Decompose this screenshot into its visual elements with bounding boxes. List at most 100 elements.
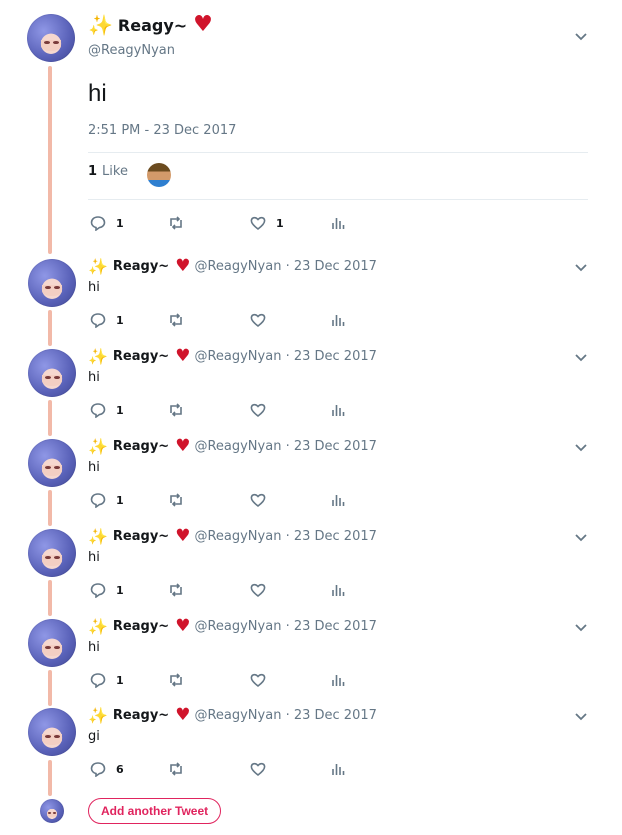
handle-and-date[interactable]: @ReagyNyan · 23 Dec 2017 <box>194 439 376 454</box>
author-handle[interactable]: @ReagyNyan <box>88 43 175 58</box>
reply-button[interactable]: 1 <box>90 672 124 688</box>
tweet-text: gi <box>88 729 100 744</box>
tweet-actions: 1 <box>90 582 390 602</box>
handle-and-date[interactable]: @ReagyNyan · 23 Dec 2017 <box>194 349 376 364</box>
avatar[interactable] <box>28 619 76 667</box>
reply-button[interactable]: 1 <box>90 402 124 418</box>
analytics-button[interactable] <box>330 402 346 418</box>
retweet-button[interactable] <box>168 215 184 231</box>
reply-button[interactable]: 1 <box>90 312 124 328</box>
reply-button[interactable]: 1 <box>90 215 124 231</box>
tweet-text: hi <box>88 280 100 295</box>
analytics-icon <box>332 495 345 506</box>
reply-tweet[interactable]: ✨ Reagy~ ♥ @ReagyNyan · 23 Dec 2017 hi 1 <box>0 437 622 527</box>
avatar[interactable] <box>28 708 76 756</box>
retweet-icon <box>170 673 182 687</box>
reply-tweet[interactable]: ✨ Reagy~ ♥ @ReagyNyan · 23 Dec 2017 hi 1 <box>0 527 622 617</box>
reply-tweet[interactable]: ✨ Reagy~ ♥ @ReagyNyan · 23 Dec 2017 gi 6 <box>0 706 622 796</box>
avatar[interactable] <box>28 439 76 487</box>
reply-icon <box>90 583 106 598</box>
heart-icon <box>250 583 266 598</box>
like-button[interactable] <box>250 402 266 418</box>
reply-icon <box>90 403 106 418</box>
retweet-button[interactable] <box>168 761 184 777</box>
analytics-button[interactable] <box>330 492 346 508</box>
retweet-icon <box>170 762 182 776</box>
chevron-down-icon[interactable] <box>574 621 588 637</box>
retweet-button[interactable] <box>168 492 184 508</box>
retweet-button[interactable] <box>168 582 184 598</box>
display-name[interactable]: Reagy~ <box>113 349 169 364</box>
avatar[interactable] <box>28 529 76 577</box>
reply-tweet[interactable]: ✨ Reagy~ ♥ @ReagyNyan · 23 Dec 2017 hi 1 <box>0 617 622 707</box>
display-name[interactable]: Reagy~ <box>118 16 187 35</box>
chevron-down-icon[interactable] <box>574 531 588 547</box>
add-another-tweet-button[interactable]: Add another Tweet <box>88 798 222 824</box>
reply-tweet[interactable]: ✨ Reagy~ ♥ @ReagyNyan · 23 Dec 2017 hi 1 <box>0 257 622 347</box>
chevron-down-icon[interactable] <box>574 30 588 46</box>
avatar[interactable] <box>27 14 75 62</box>
author-name-row[interactable]: ✨ Reagy~ ♥ @ReagyNyan · 23 Dec 2017 <box>88 706 377 725</box>
author-name-row[interactable]: ✨ Reagy~ ♥ @ReagyNyan · 23 Dec 2017 <box>88 617 377 636</box>
reply-button[interactable]: 1 <box>90 582 124 598</box>
avatar[interactable] <box>28 349 76 397</box>
analytics-button[interactable] <box>330 215 346 231</box>
tweet-timestamp[interactable]: 2:51 PM - 23 Dec 2017 <box>88 123 236 138</box>
display-name[interactable]: Reagy~ <box>113 619 169 634</box>
retweet-icon <box>170 493 182 507</box>
retweet-button[interactable] <box>168 402 184 418</box>
chevron-down-icon[interactable] <box>574 261 588 277</box>
avatar[interactable] <box>28 259 76 307</box>
reply-tweet[interactable]: ✨ Reagy~ ♥ @ReagyNyan · 23 Dec 2017 hi 1 <box>0 347 622 437</box>
retweet-button[interactable] <box>168 312 184 328</box>
reply-button[interactable]: 1 <box>90 492 124 508</box>
red-heart-emoji-icon: ♥ <box>175 256 191 276</box>
tweet-actions: 1 <box>90 402 390 422</box>
display-name[interactable]: Reagy~ <box>113 529 169 544</box>
retweet-icon <box>170 313 182 327</box>
like-button[interactable]: 1 <box>250 215 284 231</box>
author-name-row[interactable]: ✨ Reagy~ ♥ <box>88 13 213 37</box>
author-name-row[interactable]: ✨ Reagy~ ♥ @ReagyNyan · 23 Dec 2017 <box>88 437 377 456</box>
display-name[interactable]: Reagy~ <box>113 439 169 454</box>
analytics-button[interactable] <box>330 672 346 688</box>
like-button[interactable] <box>250 492 266 508</box>
chevron-down-icon[interactable] <box>574 351 588 367</box>
likes-summary[interactable]: 1 Like <box>88 164 128 179</box>
author-name-row[interactable]: ✨ Reagy~ ♥ @ReagyNyan · 23 Dec 2017 <box>88 347 377 366</box>
analytics-icon <box>332 405 345 416</box>
author-name-row[interactable]: ✨ Reagy~ ♥ @ReagyNyan · 23 Dec 2017 <box>88 257 377 276</box>
liker-avatar[interactable] <box>147 163 171 187</box>
analytics-button[interactable] <box>330 582 346 598</box>
red-heart-emoji-icon: ♥ <box>175 436 191 456</box>
heart-icon <box>250 313 266 328</box>
reply-count: 1 <box>116 403 124 417</box>
analytics-icon <box>332 764 345 775</box>
like-button[interactable] <box>250 761 266 777</box>
analytics-icon <box>332 675 345 686</box>
handle-and-date[interactable]: @ReagyNyan · 23 Dec 2017 <box>194 529 376 544</box>
tweet-actions: 1 <box>90 312 390 332</box>
retweet-button[interactable] <box>168 672 184 688</box>
display-name[interactable]: Reagy~ <box>113 259 169 274</box>
reply-button[interactable]: 6 <box>90 761 124 777</box>
chevron-down-icon[interactable] <box>574 441 588 457</box>
handle-and-date[interactable]: @ReagyNyan · 23 Dec 2017 <box>194 259 376 274</box>
chevron-down-icon[interactable] <box>574 710 588 726</box>
handle-and-date[interactable]: @ReagyNyan · 23 Dec 2017 <box>194 708 376 723</box>
analytics-button[interactable] <box>330 312 346 328</box>
tweet-actions: 1 <box>90 492 390 512</box>
author-name-row[interactable]: ✨ Reagy~ ♥ @ReagyNyan · 23 Dec 2017 <box>88 527 377 546</box>
display-name[interactable]: Reagy~ <box>113 708 169 723</box>
compose-avatar <box>40 799 64 823</box>
sparkles-emoji-icon: ✨ <box>88 617 108 636</box>
reply-icon <box>90 313 106 328</box>
like-button[interactable] <box>250 582 266 598</box>
like-button[interactable] <box>250 312 266 328</box>
analytics-button[interactable] <box>330 761 346 777</box>
reply-count: 6 <box>116 762 124 776</box>
heart-icon <box>250 403 266 418</box>
like-button[interactable] <box>250 672 266 688</box>
reply-icon <box>90 762 106 777</box>
handle-and-date[interactable]: @ReagyNyan · 23 Dec 2017 <box>194 619 376 634</box>
